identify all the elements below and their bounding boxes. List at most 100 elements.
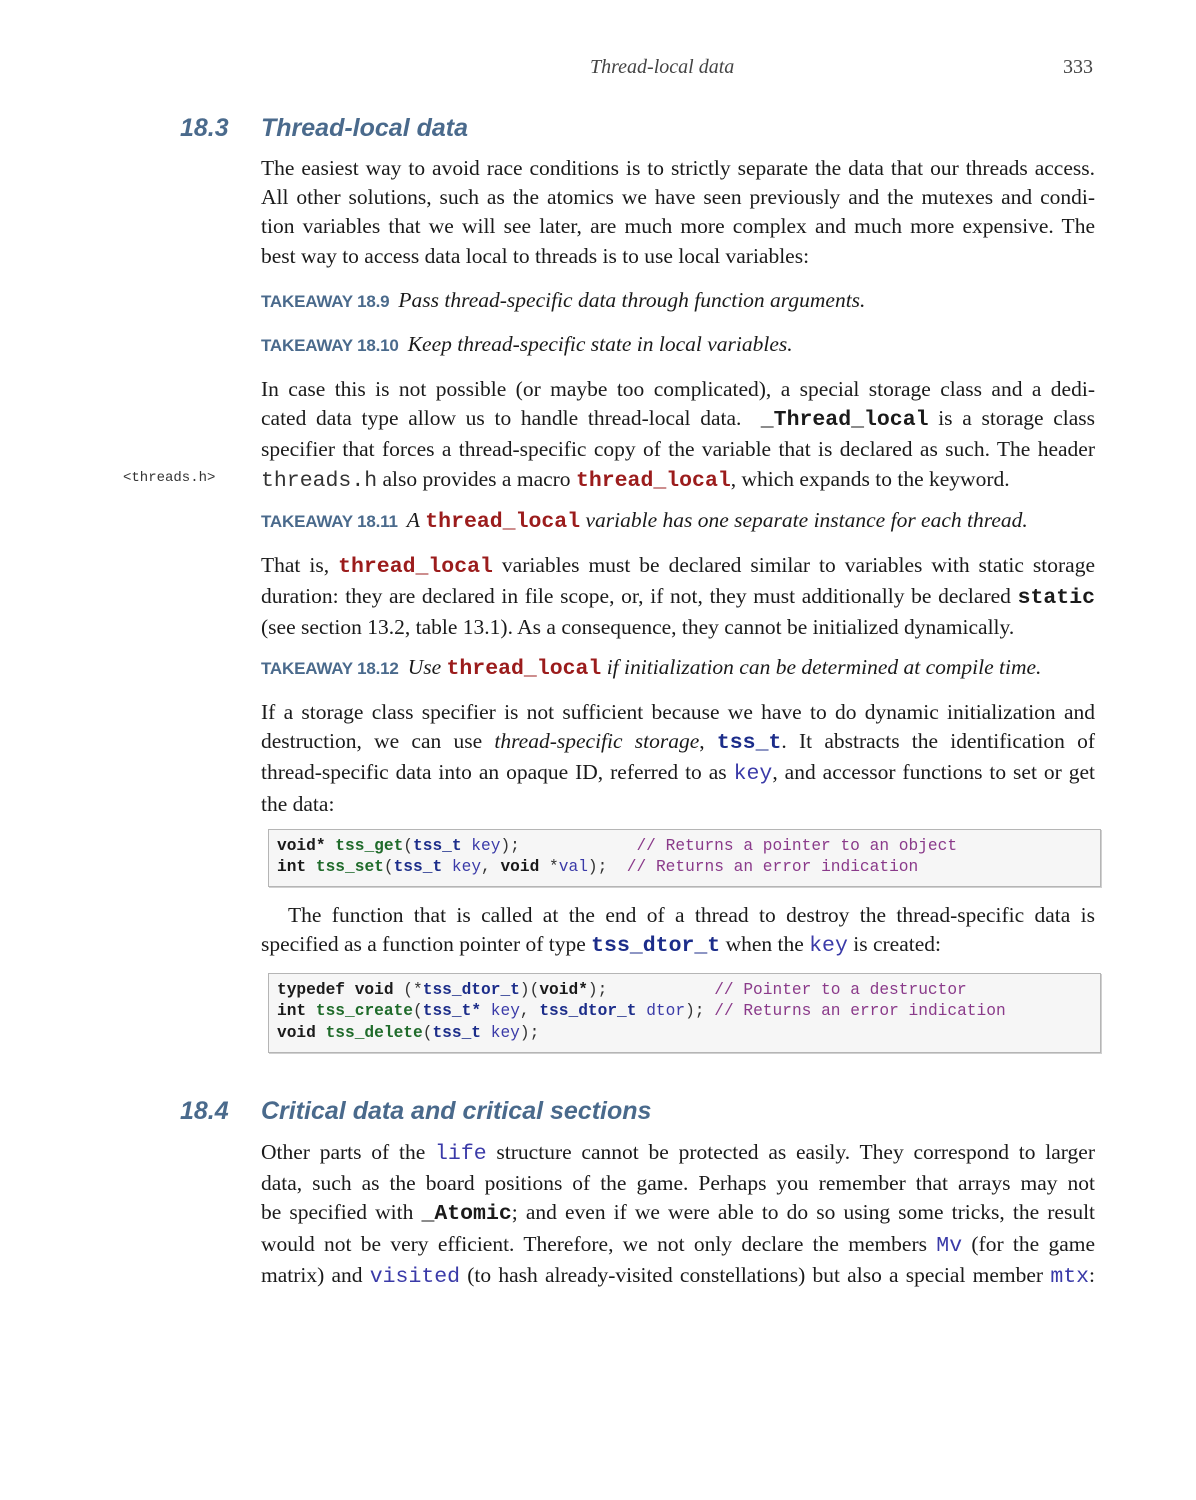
code-key: key xyxy=(809,934,848,959)
code-comment: // Pointer to a destructor xyxy=(714,981,967,999)
code-token: ( xyxy=(403,837,414,855)
code-atomic: _Atomic xyxy=(421,1202,512,1227)
takeaway-text: Pass thread-specific data through functi… xyxy=(398,288,866,312)
text-run: , xyxy=(699,729,705,754)
code-token: void xyxy=(277,837,316,855)
takeaway-text: Keep thread-specific state in local vari… xyxy=(407,332,793,356)
text-line: matrix) and visited (to hash already-vis… xyxy=(261,1261,1095,1292)
code-token: tss_create xyxy=(315,1002,414,1021)
code-token: tss_set xyxy=(315,858,384,877)
code-token: tss_dtor_t xyxy=(422,981,520,999)
takeaway-text: Use xyxy=(407,655,442,679)
code-token: (* xyxy=(393,981,423,999)
code-token: tss_get xyxy=(335,837,404,855)
code-token: void xyxy=(500,858,540,877)
code-token: tss_t xyxy=(393,858,443,877)
code-thread-local: thread_local xyxy=(338,555,493,579)
text-line: cated data type allow us to handle threa… xyxy=(261,404,1095,435)
text-line: the data: xyxy=(261,791,335,816)
text-run: : xyxy=(1089,1262,1096,1287)
paragraph-tss-dtor: The function that is called at the end o… xyxy=(261,901,1095,961)
code-thread-local-keyword: _Thread_local xyxy=(760,408,929,433)
code-line: typedef void (*tss_dtor_t)(void*); // Po… xyxy=(277,981,967,999)
code-token: key xyxy=(481,1023,520,1042)
code-mtx: mtx xyxy=(1050,1264,1090,1289)
running-head: Thread-local data 333 xyxy=(0,56,1196,82)
section-heading-18-3: 18.3 Thread-local data xyxy=(180,114,468,143)
text-run: , which expands to the keyword. xyxy=(730,466,1010,491)
takeaway-18-11: TAKEAWAY 18.11 A thread_local variable ha… xyxy=(261,508,1028,534)
takeaway-label: TAKEAWAY 18.11 xyxy=(261,512,398,531)
takeaway-18-10: TAKEAWAY 18.10 Keep thread-specific state… xyxy=(261,332,793,357)
code-token: ); xyxy=(500,837,520,855)
text-line: If a storage class specifier is not suff… xyxy=(261,700,1095,724)
text-run: (to hash already-visited constellations)… xyxy=(467,1262,1044,1287)
text-run: structure cannot be protected as easily.… xyxy=(496,1140,1096,1164)
text-run: also provides a macro xyxy=(382,466,571,491)
code-life: life xyxy=(435,1142,487,1166)
text-line: Other parts of the life structure cannot… xyxy=(261,1138,1095,1169)
text-run: (for the game xyxy=(971,1231,1096,1256)
section-heading-18-4: 18.4 Critical data and critical sections xyxy=(180,1097,651,1126)
text-run: Other parts of the xyxy=(261,1140,426,1164)
code-static: static xyxy=(1017,586,1096,611)
intro-paragraph: The easiest way to avoid race conditions… xyxy=(261,154,1095,271)
text-run: thread-specific data into an opaque ID, … xyxy=(261,760,727,785)
code-mv: Mv xyxy=(936,1233,963,1258)
text-run: would not be very efficient. Therefore, … xyxy=(261,1231,928,1256)
paragraph-thread-local-intro: In case this is not possible (or maybe t… xyxy=(261,375,1095,496)
code-token: void xyxy=(277,1023,316,1042)
text-line: specified as a function pointer of type … xyxy=(261,930,1095,961)
page-number: 333 xyxy=(1063,56,1093,78)
text-run: is created: xyxy=(853,932,941,957)
code-comment: // Returns an error indication xyxy=(714,1002,1006,1021)
text-line: thread-specific data into an opaque ID, … xyxy=(261,758,1095,789)
code-token: typedef xyxy=(277,981,345,999)
text-run: . It abstracts the identification of xyxy=(781,729,1096,754)
code-token: ( xyxy=(422,1023,433,1042)
code-token: * xyxy=(539,858,559,877)
code-token: ); xyxy=(685,1002,705,1021)
text-run: That is, xyxy=(261,553,330,577)
text-line: tion variables that we will see later, a… xyxy=(261,214,1095,239)
paragraph-critical-data: Other parts of the life structure cannot… xyxy=(261,1138,1095,1292)
code-token: key xyxy=(442,858,482,877)
text-line: (see section 13.2, table 13.1). As a con… xyxy=(261,615,1015,640)
code-token: ); xyxy=(587,858,608,877)
takeaway-label: TAKEAWAY 18.12 xyxy=(261,659,399,678)
code-token: , xyxy=(481,858,501,877)
paragraph-tss: If a storage class specifier is not suff… xyxy=(261,698,1095,819)
takeaway-label: TAKEAWAY 18.9 xyxy=(261,292,390,311)
code-token: tss_t xyxy=(413,837,462,855)
code-token: int xyxy=(277,858,307,877)
code-key: key xyxy=(733,762,773,787)
section-title: Critical data and critical sections xyxy=(261,1097,652,1125)
text-line: That is, thread_local variables must be … xyxy=(261,551,1095,582)
text-run: when the xyxy=(725,932,804,957)
code-token: dtor xyxy=(636,1002,686,1021)
takeaway-label: TAKEAWAY 18.10 xyxy=(261,336,399,355)
text-run: variables must be declared similar to va… xyxy=(501,553,1095,577)
code-token: void xyxy=(539,981,579,999)
section-title: Thread-local data xyxy=(261,114,468,142)
code-token: tss_t xyxy=(432,1023,482,1042)
code-token: int xyxy=(277,1002,307,1021)
text-run: , and accessor functions to set or get xyxy=(772,760,1096,785)
section-number: 18.3 xyxy=(180,114,229,142)
code-token: , xyxy=(519,1002,540,1021)
text-run: matrix) and xyxy=(261,1262,363,1287)
code-thread-local: thread_local xyxy=(425,510,581,534)
code-token: * xyxy=(578,981,588,999)
code-listing-tss-get-set: void* tss_get(tss_t key); // Returns a p… xyxy=(268,829,1101,887)
code-token: key xyxy=(481,1002,520,1021)
text-run: specified as a function pointer of type xyxy=(261,932,586,957)
paragraph-thread-local-storage: That is, thread_local variables must be … xyxy=(261,551,1095,643)
code-token: * xyxy=(315,837,326,855)
text-line: All other solutions, such as the atomics… xyxy=(261,185,1095,210)
code-token: tss_delete xyxy=(325,1023,423,1042)
code-token: void xyxy=(354,981,394,999)
code-token: ); xyxy=(587,981,608,999)
code-tss-t: tss_t xyxy=(716,731,782,756)
